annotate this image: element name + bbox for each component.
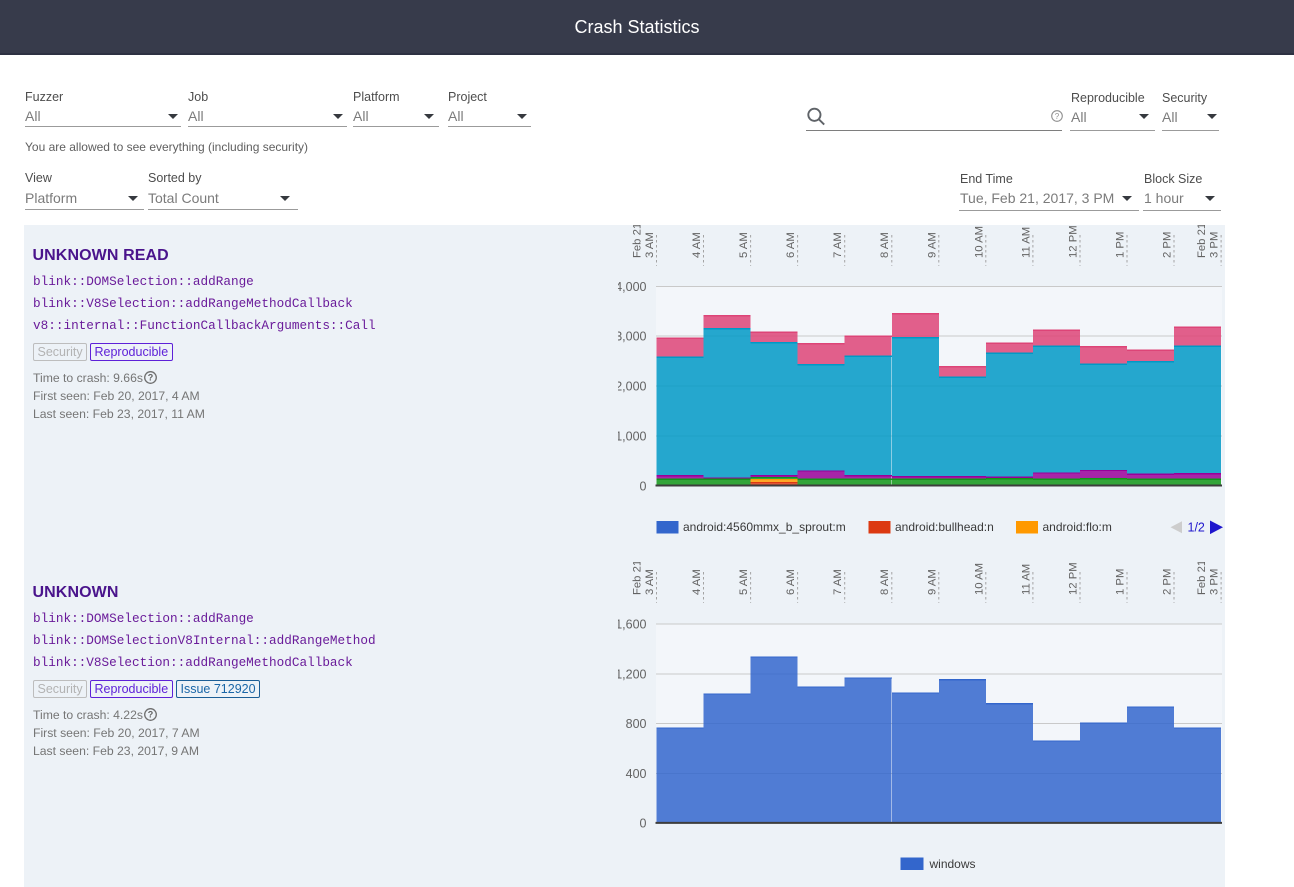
svg-text:5 AM: 5 AM bbox=[738, 232, 750, 258]
svg-text:800: 800 bbox=[626, 717, 647, 731]
svg-text:1 PM: 1 PM bbox=[1115, 232, 1127, 258]
svg-text:android:4560mmx_b_sprout:m: android:4560mmx_b_sprout:m bbox=[683, 520, 846, 534]
svg-text:400: 400 bbox=[626, 767, 647, 781]
svg-text:10 AM: 10 AM bbox=[973, 563, 985, 595]
svg-text:android:bullhead:n: android:bullhead:n bbox=[895, 520, 994, 534]
svg-text:7 AM: 7 AM bbox=[832, 569, 844, 595]
svg-text:Feb 21: Feb 21 bbox=[632, 225, 644, 258]
svg-text:12 PM: 12 PM bbox=[1068, 562, 1080, 595]
svg-text:Feb 21: Feb 21 bbox=[632, 562, 644, 595]
svg-text:7 AM: 7 AM bbox=[832, 232, 844, 258]
svg-text:?: ? bbox=[148, 710, 154, 720]
svg-text:6 AM: 6 AM bbox=[785, 569, 797, 595]
svg-text:?: ? bbox=[148, 373, 154, 383]
svg-text:3,000: 3,000 bbox=[618, 330, 647, 344]
svg-text:?: ? bbox=[1055, 112, 1060, 121]
svg-text:11 AM: 11 AM bbox=[1020, 564, 1032, 595]
svg-text:4,000: 4,000 bbox=[618, 280, 647, 294]
svg-text:Feb 21: Feb 21 bbox=[1196, 562, 1208, 595]
svg-text:3 PM: 3 PM bbox=[1209, 569, 1221, 595]
svg-text:3 PM: 3 PM bbox=[1209, 232, 1221, 258]
svg-text:1 PM: 1 PM bbox=[1115, 569, 1127, 595]
svg-text:8 AM: 8 AM bbox=[879, 569, 891, 595]
svg-text:3 AM: 3 AM bbox=[644, 569, 656, 595]
svg-text:windows: windows bbox=[929, 857, 976, 871]
svg-text:3 AM: 3 AM bbox=[644, 232, 656, 258]
svg-text:0: 0 bbox=[640, 816, 647, 830]
svg-text:android:flo:m: android:flo:m bbox=[1043, 520, 1112, 534]
svg-text:4 AM: 4 AM bbox=[691, 232, 703, 258]
svg-text:0: 0 bbox=[640, 479, 647, 493]
svg-text:2,000: 2,000 bbox=[618, 380, 647, 394]
svg-text:8 AM: 8 AM bbox=[879, 232, 891, 258]
svg-text:1,000: 1,000 bbox=[618, 430, 647, 444]
svg-text:Feb 21: Feb 21 bbox=[1196, 225, 1208, 258]
svg-text:2 PM: 2 PM bbox=[1162, 232, 1174, 258]
svg-text:10 AM: 10 AM bbox=[973, 226, 985, 258]
svg-text:2 PM: 2 PM bbox=[1162, 569, 1174, 595]
svg-text:1,200: 1,200 bbox=[618, 667, 647, 681]
svg-text:9 AM: 9 AM bbox=[926, 232, 938, 258]
svg-text:9 AM: 9 AM bbox=[926, 569, 938, 595]
svg-text:4 AM: 4 AM bbox=[691, 569, 703, 595]
svg-text:11 AM: 11 AM bbox=[1020, 227, 1032, 258]
svg-text:6 AM: 6 AM bbox=[785, 232, 797, 258]
svg-text:12 PM: 12 PM bbox=[1068, 225, 1080, 258]
svg-text:1,600: 1,600 bbox=[618, 618, 647, 632]
svg-text:1/2: 1/2 bbox=[1188, 521, 1205, 535]
svg-text:5 AM: 5 AM bbox=[738, 569, 750, 595]
